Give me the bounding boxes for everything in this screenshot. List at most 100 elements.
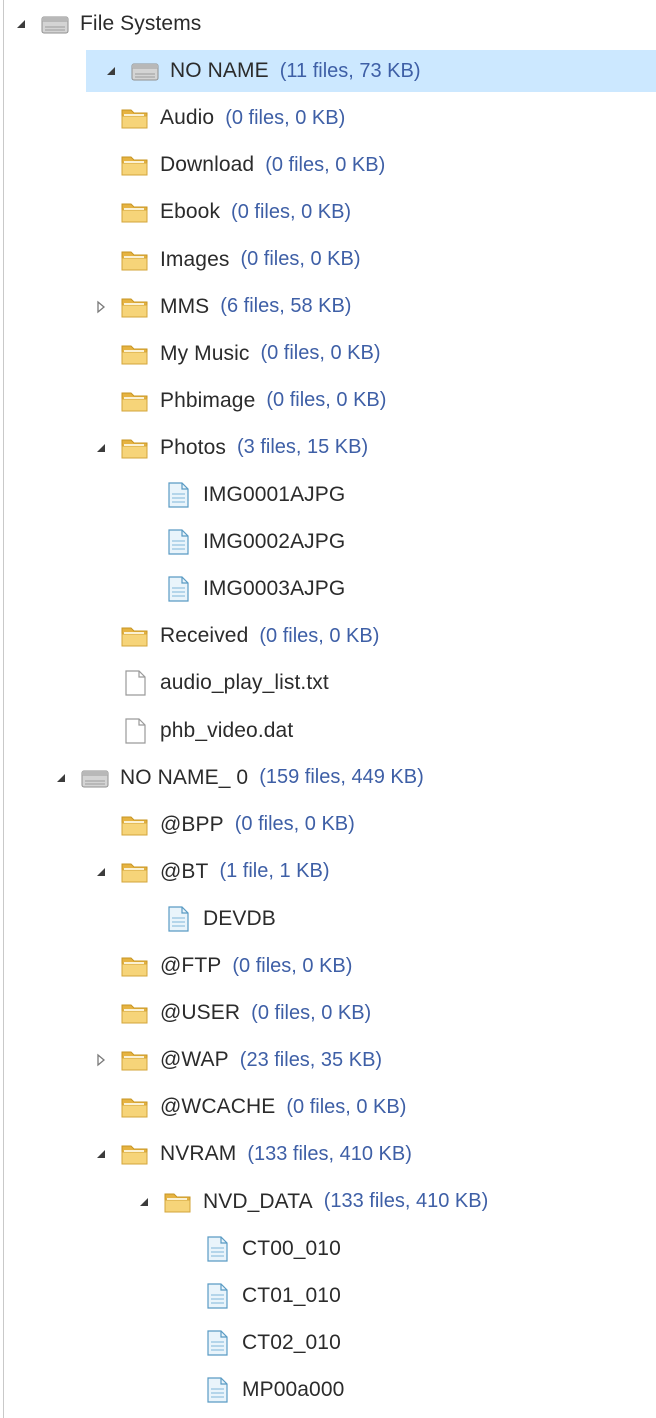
tree-item-label: CT01_010 (242, 1283, 341, 1307)
folder-icon (120, 434, 150, 462)
tree-item-stats: (0 files, 0 KB) (232, 954, 353, 977)
tree-item-label: Download (160, 153, 255, 177)
tree-item-stats: (0 files, 0 KB) (265, 153, 386, 176)
expand-arrow-icon[interactable] (137, 1195, 151, 1209)
tree-item-label: Images (160, 247, 230, 271)
document-icon (163, 905, 193, 933)
drive-icon (40, 10, 70, 38)
folder-icon (120, 1140, 150, 1168)
expand-arrow-icon[interactable] (94, 865, 108, 879)
tree-item-audio[interactable]: Audio (0 files, 0 KB) (4, 95, 656, 141)
tree-item-stats: (3 files, 15 KB) (236, 436, 369, 459)
tree-item-label: Received (160, 624, 249, 648)
tree-item-devdb[interactable]: DEVDB (4, 896, 656, 942)
drive-icon (80, 764, 110, 792)
tree-item-label: File Systems (80, 12, 202, 35)
expand-arrow-icon[interactable] (94, 1147, 108, 1161)
text-file-icon (120, 669, 150, 697)
tree-item-img0002ajpg[interactable]: IMG0002AJPG (4, 519, 656, 565)
tree-item-bpp[interactable]: @BPP (0 files, 0 KB) (4, 802, 656, 848)
tree-item-stats: (11 files, 73 KB) (279, 59, 421, 82)
document-icon (163, 575, 193, 603)
tree-item-stats: (0 files, 0 KB) (234, 813, 355, 836)
tree-item-user[interactable]: @USER (0 files, 0 KB) (4, 990, 656, 1036)
tree-item-stats: (0 files, 0 KB) (231, 200, 352, 223)
collapse-arrow-icon[interactable] (94, 1053, 108, 1067)
tree-item-stats: (6 files, 58 KB) (220, 295, 352, 318)
tree-item-download[interactable]: Download (0 files, 0 KB) (4, 142, 656, 188)
tree-item-label: Photos (160, 435, 226, 459)
tree-item-nvd-data[interactable]: NVD_DATA (133 files, 410 KB) (4, 1179, 656, 1225)
tree-item-label: @WAP (160, 1048, 229, 1072)
tree-item-label: @FTP (160, 954, 222, 977)
file-system-tree: File Systems NO NAME (11 files, 73 KB) Audi… (3, 0, 656, 1418)
folder-icon (120, 622, 150, 650)
tree-item-mp00a000[interactable]: MP00a000 (4, 1367, 656, 1413)
tree-item-nvram[interactable]: NVRAM (133 files, 410 KB) (4, 1131, 656, 1177)
tree-item-label: phb_video.dat (160, 718, 294, 742)
tree-item-wcache[interactable]: @WCACHE (0 files, 0 KB) (4, 1084, 656, 1130)
tree-item-label: @USER (160, 1001, 241, 1025)
document-icon (163, 528, 193, 556)
tree-item-ct01-010[interactable]: CT01_010 (4, 1273, 656, 1319)
tree-item-no-name[interactable]: NO NAME (11 files, 73 KB) (86, 48, 656, 94)
tree-item-phb-video-dat[interactable]: phb_video.dat (4, 708, 656, 754)
folder-icon (120, 246, 150, 274)
tree-item-label: CT02_010 (242, 1330, 341, 1354)
tree-item-ct02-010[interactable]: CT02_010 (4, 1320, 656, 1366)
tree-item-images[interactable]: Images (0 files, 0 KB) (4, 237, 656, 283)
folder-icon (163, 1188, 193, 1216)
collapse-arrow-icon[interactable] (94, 300, 108, 314)
tree-item-stats: (23 files, 35 KB) (239, 1048, 383, 1071)
folder-icon (120, 387, 150, 415)
tree-item-ebook[interactable]: Ebook (0 files, 0 KB) (4, 189, 656, 235)
expand-arrow-icon[interactable] (104, 64, 118, 78)
tree-item-label: IMG0001AJPG (203, 483, 346, 506)
tree-item-label: NO NAME_ 0 (120, 765, 249, 789)
tree-item-ct00-010[interactable]: CT00_010 (4, 1226, 656, 1272)
tree-item-audio-play-list-txt[interactable]: audio_play_list.txt (4, 660, 656, 706)
tree-item-mms[interactable]: MMS (6 files, 58 KB) (4, 284, 656, 330)
tree-item-wap[interactable]: @WAP (23 files, 35 KB) (4, 1037, 656, 1083)
tree-item-label: DEVDB (203, 906, 276, 930)
folder-icon (120, 340, 150, 368)
drive-icon (130, 57, 160, 85)
tree-item-stats: (0 files, 0 KB) (286, 1095, 407, 1118)
folder-icon (120, 811, 150, 839)
tree-item-phbimage[interactable]: Phbimage (0 files, 0 KB) (4, 378, 656, 424)
document-icon (163, 481, 193, 509)
tree-item-photos[interactable]: Photos (3 files, 15 KB) (4, 425, 656, 471)
tree-item-received[interactable]: Received (0 files, 0 KB) (4, 613, 656, 659)
folder-icon (120, 999, 150, 1027)
tree-item-label: NO NAME (170, 59, 269, 83)
tree-item-stats: (0 files, 0 KB) (266, 389, 387, 412)
folder-icon (120, 293, 150, 321)
document-icon (202, 1329, 232, 1357)
folder-icon (120, 104, 150, 132)
tree-item-label: MMS (160, 294, 210, 318)
tree-item-label: @BT (160, 859, 209, 883)
tree-item-stats: (0 files, 0 KB) (251, 1001, 372, 1024)
expand-arrow-icon[interactable] (94, 441, 108, 455)
expand-arrow-icon[interactable] (54, 771, 68, 785)
tree-item-img0003ajpg[interactable]: IMG0003AJPG (4, 566, 656, 612)
document-icon (202, 1235, 232, 1263)
tree-item-stats: (133 files, 410 KB) (247, 1142, 412, 1165)
tree-item-stats: (133 files, 410 KB) (323, 1190, 489, 1212)
expand-arrow-icon[interactable] (14, 17, 28, 31)
folder-icon (120, 858, 150, 886)
folder-icon (120, 1046, 150, 1074)
tree-item-ftp[interactable]: @FTP (0 files, 0 KB) (4, 943, 656, 989)
document-icon (202, 1282, 232, 1310)
tree-item-label: @WCACHE (160, 1095, 276, 1119)
tree-item-bt[interactable]: @BT (1 file, 1 KB) (4, 849, 656, 895)
document-icon (202, 1376, 232, 1404)
text-file-icon (120, 717, 150, 745)
tree-item-no-name-0[interactable]: NO NAME_ 0 (159 files, 449 KB) (4, 755, 656, 801)
tree-item-label: Phbimage (160, 388, 256, 412)
tree-item-stats: (0 files, 0 KB) (260, 342, 381, 365)
tree-item-img0001ajpg[interactable]: IMG0001AJPG (4, 472, 656, 518)
tree-item-my-music[interactable]: My Music (0 files, 0 KB) (4, 331, 656, 377)
tree-item-file-systems[interactable]: File Systems (4, 1, 656, 47)
folder-icon (120, 952, 150, 980)
